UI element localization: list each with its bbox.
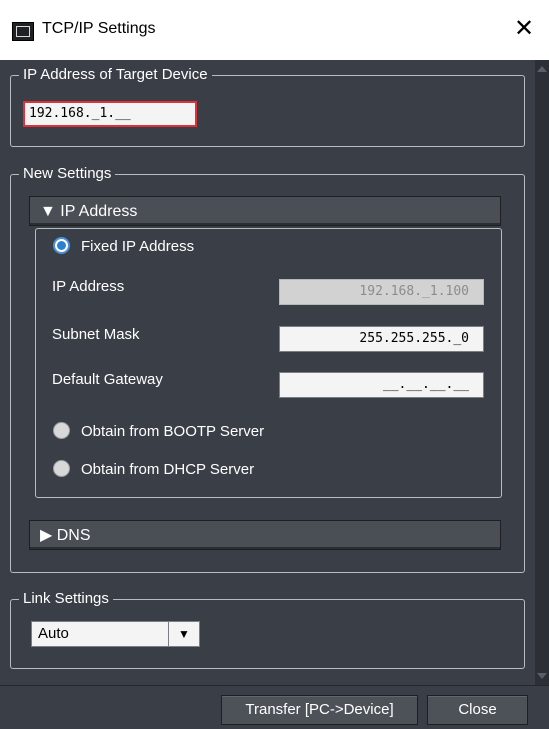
chevron-down-icon[interactable]: ▼ (168, 622, 199, 646)
subnet-mask-label: Subnet Mask (52, 326, 140, 343)
fixed-ip-label: Fixed IP Address (81, 238, 195, 255)
transfer-button[interactable]: Transfer [PC->Device] (221, 695, 418, 725)
ip-address-section-header[interactable]: ▼ IP Address (29, 196, 501, 226)
vertical-scrollbar[interactable] (535, 60, 549, 685)
scroll-up-icon[interactable] (537, 66, 547, 72)
link-settings-legend: Link Settings (19, 589, 113, 609)
new-settings-legend: New Settings (19, 164, 116, 184)
default-gateway-field[interactable]: __.__.__.__ (279, 372, 484, 398)
bootp-label: Obtain from BOOTP Server (81, 423, 265, 440)
dhcp-radio[interactable] (53, 460, 70, 477)
dhcp-label: Obtain from DHCP Server (81, 461, 255, 478)
target-ip-input[interactable]: 192.168._1.__ (23, 101, 197, 127)
target-device-group: IP Address of Target Device 192.168._1._… (10, 65, 525, 147)
link-settings-value: Auto (38, 625, 69, 642)
target-device-legend: IP Address of Target Device (19, 65, 212, 85)
app-icon (12, 22, 34, 41)
button-bar: Transfer [PC->Device] Close (0, 685, 549, 729)
default-gateway-label: Default Gateway (52, 371, 163, 388)
subnet-mask-field[interactable]: 255.255.255._0 (279, 326, 484, 352)
ip-address-panel (35, 228, 502, 498)
window-title: TCP/IP Settings (42, 20, 156, 37)
link-settings-select[interactable]: Auto ▼ (31, 621, 200, 647)
bootp-radio[interactable] (53, 422, 70, 439)
dns-section-header[interactable]: ▶ DNS (29, 520, 501, 550)
close-button[interactable]: Close (427, 695, 528, 725)
fixed-ip-radio[interactable] (53, 237, 70, 254)
close-icon[interactable]: ✕ (509, 14, 539, 43)
title-bar: TCP/IP Settings ✕ (0, 0, 549, 60)
ip-address-field: 192.168._1.100 (279, 279, 484, 305)
ip-address-label: IP Address (52, 278, 125, 295)
scroll-down-icon[interactable] (537, 673, 547, 679)
